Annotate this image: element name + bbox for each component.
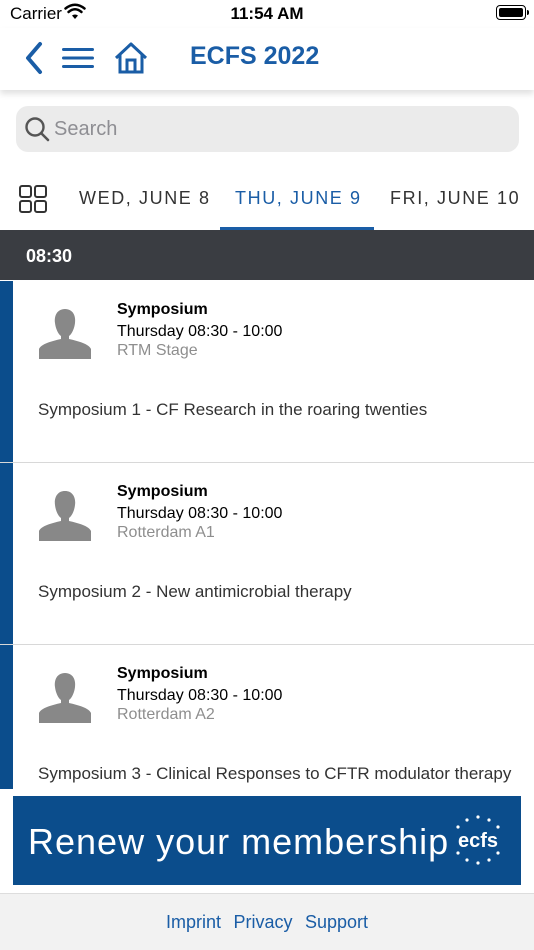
ecfs-logo-icon: ecfs (456, 815, 500, 865)
session-color-bar (0, 463, 13, 644)
search-icon (25, 117, 50, 142)
home-icon[interactable] (112, 38, 150, 78)
speaker-avatar-icon (39, 673, 91, 723)
speaker-avatar-icon (39, 491, 91, 541)
search-input[interactable]: Search (54, 118, 117, 141)
time-label: 08:30 (26, 246, 73, 266)
tab-thu-june-9[interactable]: THU, JUNE 9 (235, 188, 362, 209)
tab-wed-june-8[interactable]: WED, JUNE 8 (79, 188, 211, 209)
session-card[interactable]: Symposium Thursday 08:30 - 10:00 Rotterd… (0, 463, 534, 645)
hamburger-menu-icon[interactable] (60, 38, 96, 78)
session-title: Symposium 1 - CF Research in the roaring… (38, 400, 428, 419)
footer: Imprint Privacy Support (0, 893, 534, 950)
time-section-header: 08:30 (0, 230, 534, 280)
privacy-link[interactable]: Privacy (233, 912, 292, 933)
status-time: 11:54 AM (230, 4, 304, 23)
session-type: Symposium (117, 301, 208, 318)
support-link[interactable]: Support (305, 912, 368, 933)
membership-banner[interactable]: Renew your membership ecfs (13, 796, 521, 885)
session-type: Symposium (117, 483, 208, 500)
session-list[interactable]: Symposium Thursday 08:30 - 10:00 RTM Sta… (0, 281, 534, 789)
session-color-bar (0, 645, 13, 789)
session-time: Thursday 08:30 - 10:00 (117, 687, 283, 704)
speaker-avatar-icon (39, 309, 91, 359)
session-room: Rotterdam A1 (117, 524, 215, 541)
session-card[interactable]: Symposium Thursday 08:30 - 10:00 Rotterd… (0, 645, 534, 789)
logo-text: ecfs (458, 830, 498, 852)
back-chevron-icon[interactable] (20, 38, 50, 78)
imprint-link[interactable]: Imprint (166, 912, 221, 933)
battery-icon (496, 5, 529, 20)
session-card[interactable]: Symposium Thursday 08:30 - 10:00 RTM Sta… (0, 281, 534, 463)
grid-view-icon[interactable] (18, 184, 48, 214)
search-field[interactable]: Search (16, 106, 519, 152)
session-type: Symposium (117, 665, 208, 682)
session-room: RTM Stage (117, 342, 198, 359)
banner-text: Renew your membership (28, 821, 450, 862)
session-title: Symposium 3 - Clinical Responses to CFTR… (38, 764, 512, 789)
session-title: Symposium 2 - New antimicrobial therapy (38, 582, 352, 601)
page-title: ECFS 2022 (190, 42, 320, 70)
session-color-bar (0, 281, 13, 462)
status-bar: Carrier 11:54 AM (0, 0, 534, 28)
tab-fri-june-10[interactable]: FRI, JUNE 10 (390, 188, 520, 209)
day-tabs: WED, JUNE 8 THU, JUNE 9 FRI, JUNE 10 (0, 168, 534, 230)
session-room: Rotterdam A2 (117, 706, 215, 723)
nav-bar: ECFS 2022 (0, 28, 534, 90)
session-time: Thursday 08:30 - 10:00 (117, 505, 283, 522)
session-time: Thursday 08:30 - 10:00 (117, 323, 283, 340)
